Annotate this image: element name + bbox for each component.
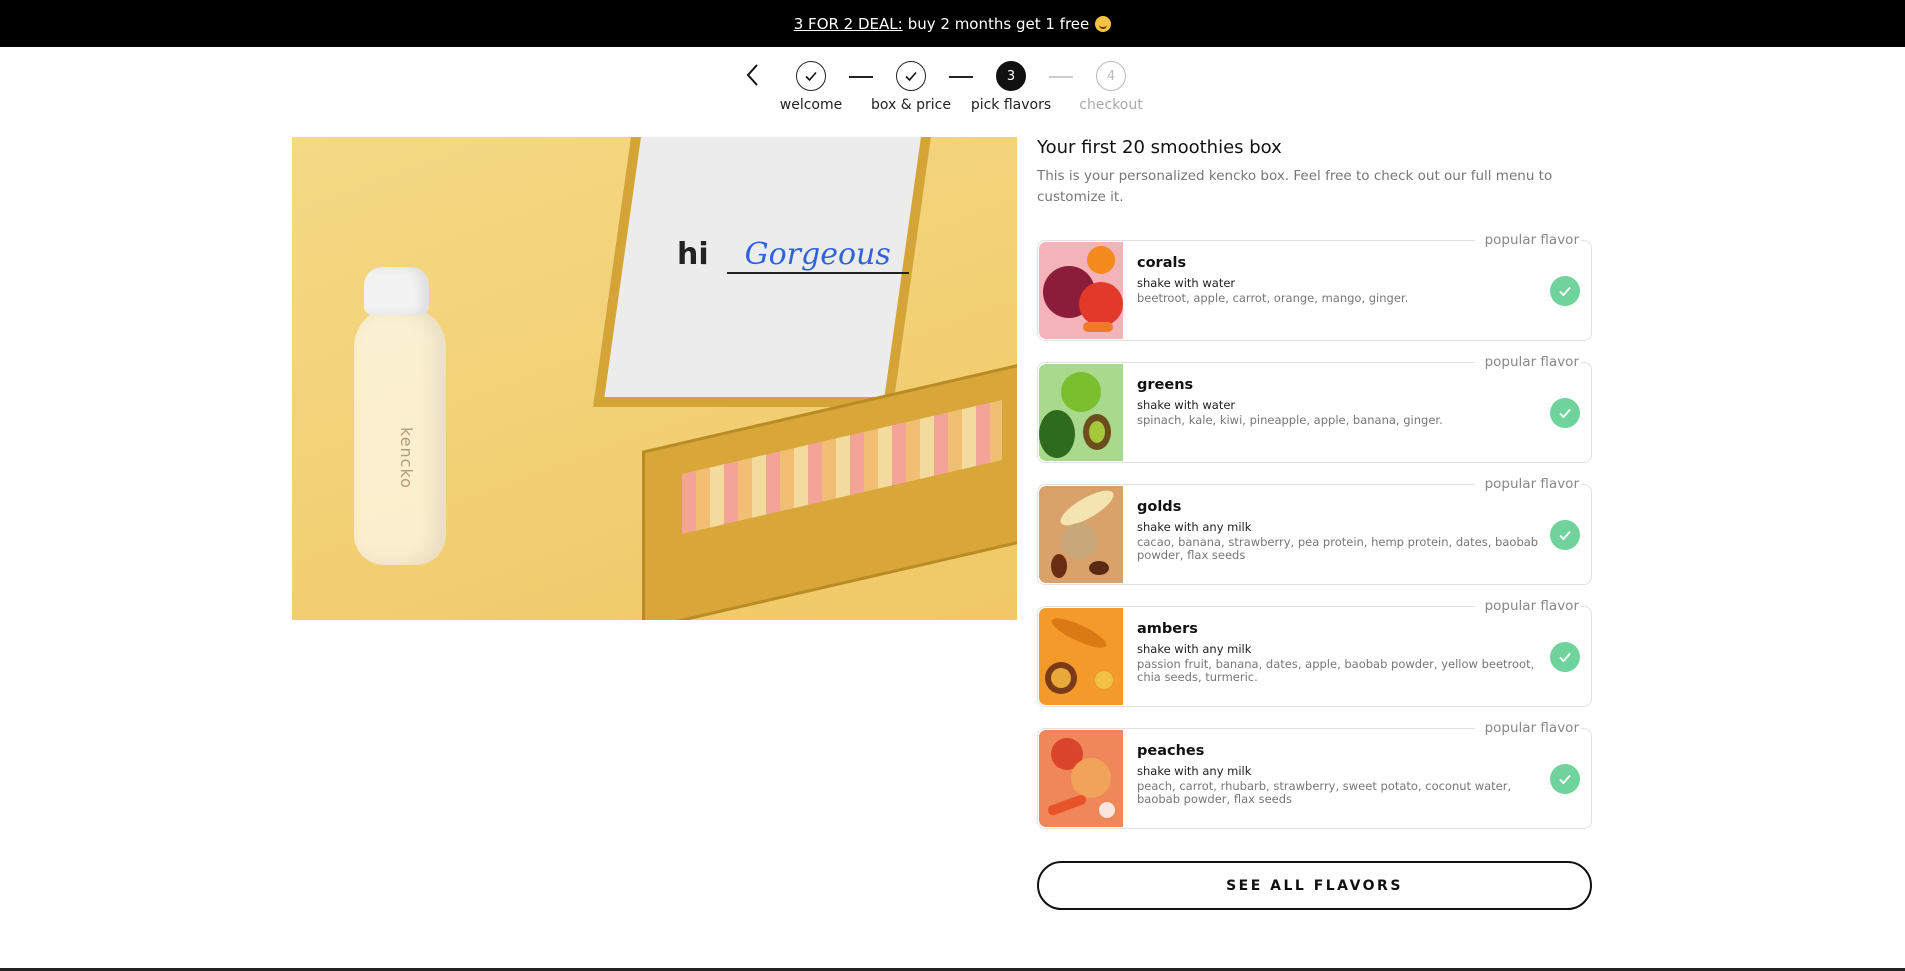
step-check-icon bbox=[796, 61, 826, 91]
step-label: box & price bbox=[871, 97, 951, 113]
step-check-icon bbox=[896, 61, 926, 91]
flavor-name: corals bbox=[1137, 255, 1187, 271]
flavor-card-golds[interactable]: popular flavor golds shake with any milk… bbox=[1037, 476, 1592, 585]
step-checkout[interactable]: 4 checkout bbox=[1056, 61, 1166, 113]
flavor-name: greens bbox=[1137, 377, 1194, 393]
popular-flavor-tag: popular flavor bbox=[1474, 232, 1581, 248]
popular-flavor-tag: popular flavor bbox=[1474, 354, 1581, 370]
popular-flavor-tag: popular flavor bbox=[1474, 598, 1581, 614]
smile-emoji-icon bbox=[1095, 15, 1112, 32]
step-label: pick flavors bbox=[970, 97, 1052, 113]
popular-flavor-tag: popular flavor bbox=[1474, 476, 1581, 492]
flavor-ingredients: passion fruit, banana, dates, apple, bao… bbox=[1137, 657, 1535, 684]
shaker-bottle-image: kencko bbox=[354, 267, 449, 565]
flavor-thumbnail bbox=[1039, 486, 1123, 583]
smoothie-box-image: hi Gorgeous bbox=[482, 137, 1017, 620]
promo-text: buy 2 months get 1 free bbox=[907, 14, 1090, 33]
flavor-thumbnail bbox=[1039, 242, 1123, 339]
selected-check-icon[interactable] bbox=[1550, 520, 1580, 550]
checkout-stepper: welcome box & price 3 pick flavors 4 che… bbox=[0, 58, 1905, 122]
flavor-card-greens[interactable]: popular flavor greens shake with water s… bbox=[1037, 354, 1592, 463]
step-box-price[interactable]: box & price bbox=[856, 61, 966, 113]
step-number: 4 bbox=[1096, 61, 1126, 91]
selected-check-icon[interactable] bbox=[1550, 764, 1580, 794]
flavor-ingredients: cacao, banana, strawberry, pea protein, … bbox=[1137, 535, 1539, 562]
flavor-shake-note: shake with any milk bbox=[1137, 642, 1252, 656]
flavor-shake-note: shake with any milk bbox=[1137, 520, 1252, 534]
flavor-shake-note: shake with water bbox=[1137, 398, 1236, 412]
box-summary: Your first 20 smoothies box This is your… bbox=[1037, 137, 1592, 208]
flavor-name: ambers bbox=[1137, 621, 1198, 637]
page-title: Your first 20 smoothies box bbox=[1037, 137, 1282, 158]
step-label: checkout bbox=[1079, 97, 1143, 113]
promo-deal-link[interactable]: 3 FOR 2 DEAL: bbox=[794, 15, 903, 33]
bottle-brand: kencko bbox=[397, 427, 416, 489]
flavor-thumbnail bbox=[1039, 364, 1123, 461]
flavor-ingredients: peach, carrot, rhubarb, strawberry, swee… bbox=[1137, 779, 1512, 806]
flavor-shake-note: shake with water bbox=[1137, 276, 1236, 290]
flavor-thumbnail bbox=[1039, 608, 1123, 705]
flavor-name: golds bbox=[1137, 499, 1182, 515]
step-welcome[interactable]: welcome bbox=[756, 61, 866, 113]
flavor-ingredients: spinach, kale, kiwi, pineapple, apple, b… bbox=[1137, 413, 1443, 427]
flavor-ingredients: beetroot, apple, carrot, orange, mango, … bbox=[1137, 291, 1409, 305]
flavor-card-peaches[interactable]: popular flavor peaches shake with any mi… bbox=[1037, 720, 1592, 829]
flavor-card-corals[interactable]: popular flavor corals shake with water b… bbox=[1037, 232, 1592, 341]
intro-text: This is your personalized kencko box. Fe… bbox=[1037, 168, 1553, 205]
step-label: welcome bbox=[779, 97, 843, 113]
flavor-name: peaches bbox=[1137, 743, 1205, 759]
hero-box-image: kencko hi Gorgeous bbox=[292, 137, 1017, 620]
step-number: 3 bbox=[996, 61, 1026, 91]
popular-flavor-tag: popular flavor bbox=[1474, 720, 1581, 736]
box-greeting: hi Gorgeous bbox=[677, 237, 909, 274]
flavor-thumbnail bbox=[1039, 730, 1123, 827]
selected-check-icon[interactable] bbox=[1550, 276, 1580, 306]
see-all-flavors-button[interactable]: SEE ALL FLAVORS bbox=[1037, 861, 1592, 910]
flavor-shake-note: shake with any milk bbox=[1137, 764, 1252, 778]
selected-check-icon[interactable] bbox=[1550, 398, 1580, 428]
step-pick-flavors[interactable]: 3 pick flavors bbox=[956, 61, 1066, 113]
box-greeting-name: Gorgeous bbox=[726, 237, 909, 274]
selected-check-icon[interactable] bbox=[1550, 642, 1580, 672]
flavor-card-ambers[interactable]: popular flavor ambers shake with any mil… bbox=[1037, 598, 1592, 707]
promo-banner: 3 FOR 2 DEAL: buy 2 months get 1 free bbox=[0, 0, 1905, 47]
